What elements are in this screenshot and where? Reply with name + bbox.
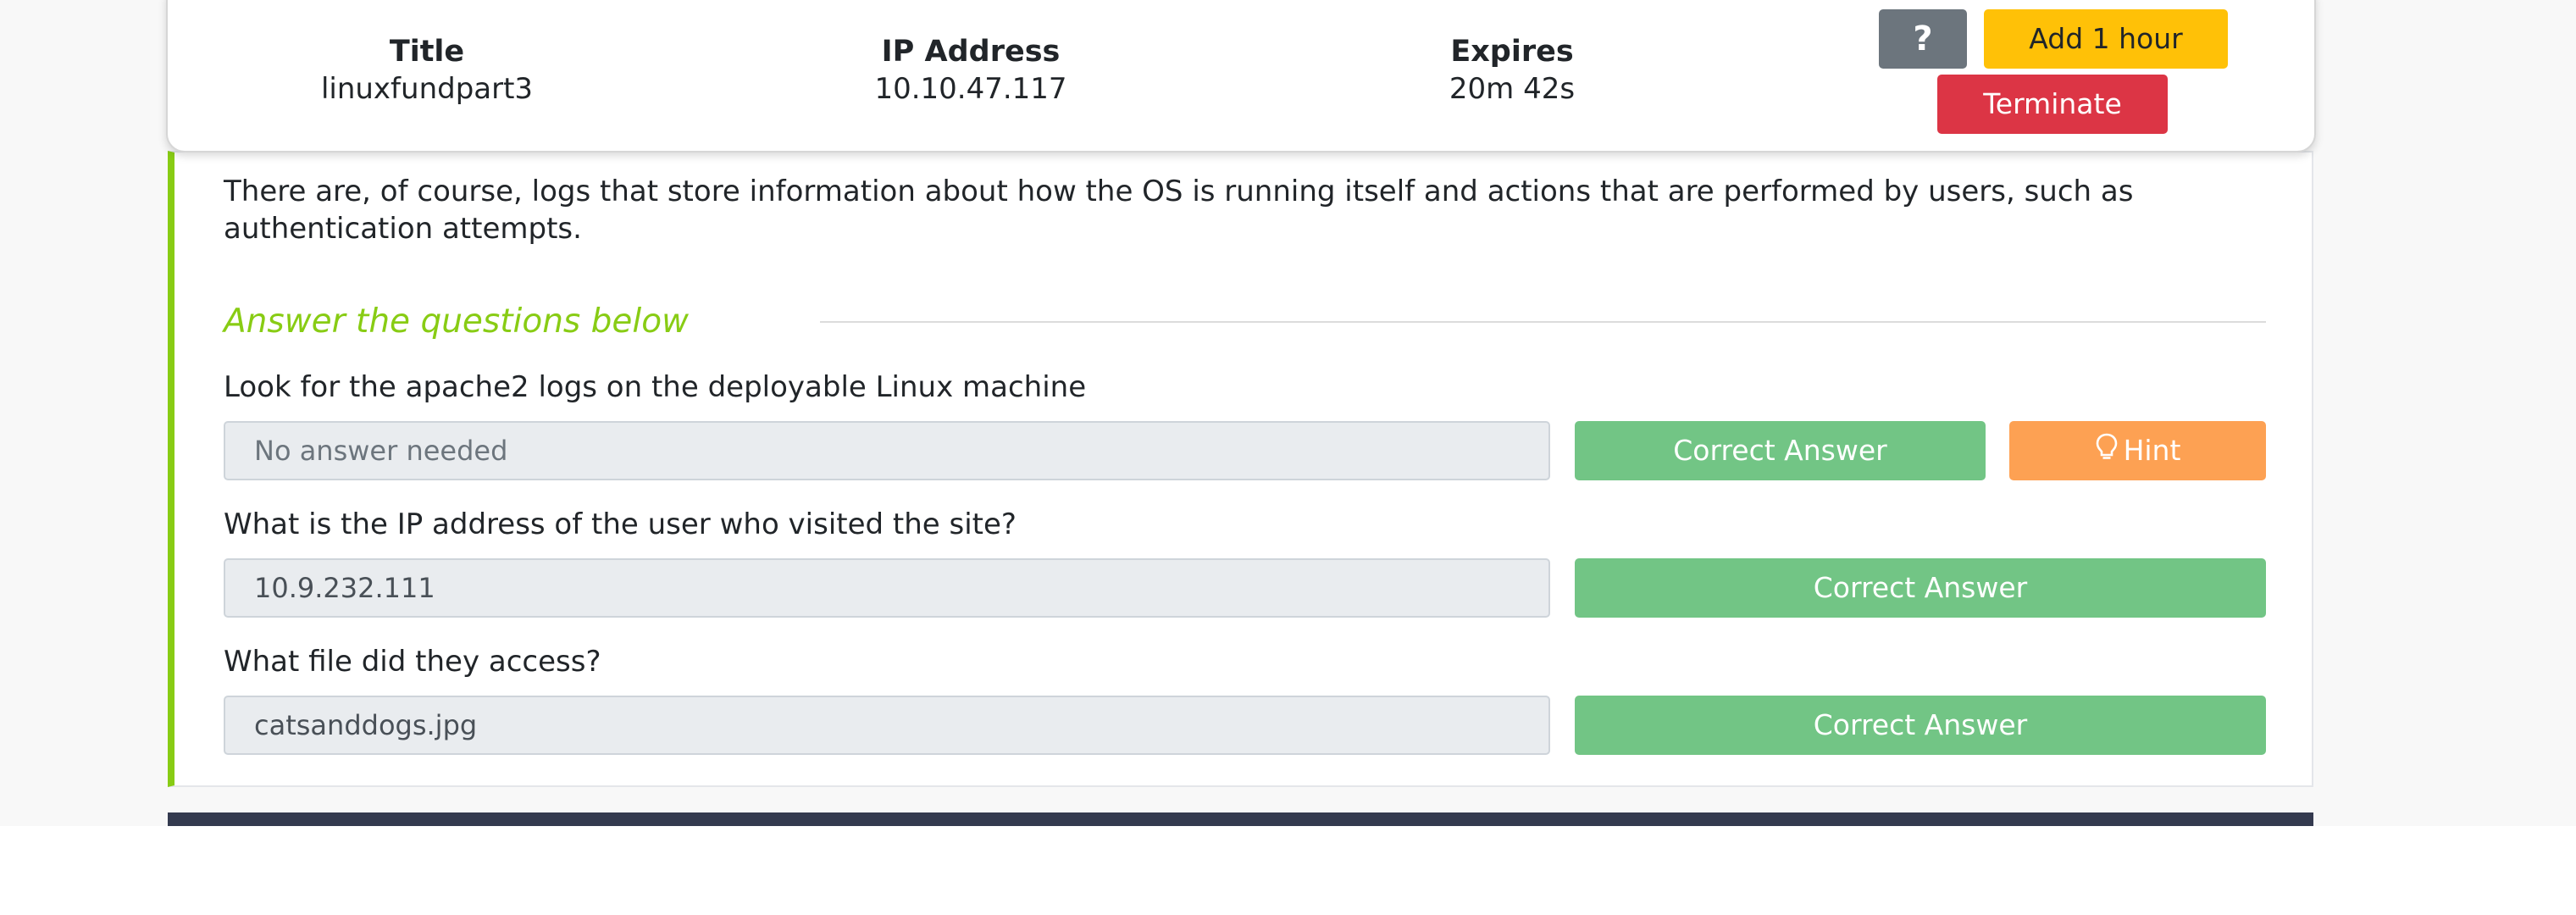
- answer-section-title: Answer the questions below: [224, 302, 689, 341]
- task-description: There are, of course, logs that store in…: [224, 175, 2134, 246]
- question-2-correct-answer-button[interactable]: Correct Answer: [1575, 558, 2266, 618]
- machine-ip-block: IP Address 10.10.47.117: [759, 33, 1183, 108]
- machine-title-label: Title: [389, 35, 465, 69]
- machine-title-block: Title linuxfundpart3: [215, 33, 639, 108]
- question-2-text: What is the IP address of the user who v…: [224, 507, 1017, 541]
- question-1-text: Look for the apache2 logs on the deploya…: [224, 370, 1087, 404]
- question-1-correct-answer-button[interactable]: Correct Answer: [1575, 421, 1986, 480]
- question-2-correct-answer-label: Correct Answer: [1813, 571, 2028, 604]
- machine-expires-value: 20m 42s: [1449, 72, 1576, 106]
- question-1-hint-button[interactable]: Hint: [2009, 421, 2266, 480]
- machine-expires-label: Expires: [1450, 35, 1574, 69]
- machine-expires-block: Expires 20m 42s: [1300, 33, 1724, 108]
- lightbulb-icon: [2095, 423, 2119, 482]
- machine-ip-value: 10.10.47.117: [874, 72, 1067, 106]
- section-divider: [820, 321, 2266, 323]
- machine-ip-label: IP Address: [881, 35, 1061, 69]
- footer-bar: [168, 812, 2313, 826]
- question-3-correct-answer-label: Correct Answer: [1813, 708, 2028, 741]
- question-3-correct-answer-button[interactable]: Correct Answer: [1575, 696, 2266, 755]
- question-1-hint-label: Hint: [2123, 434, 2181, 467]
- machine-title-value: linuxfundpart3: [320, 72, 534, 106]
- page-bottom-area: [0, 826, 2576, 915]
- add-hour-button[interactable]: Add 1 hour: [1984, 9, 2228, 69]
- question-1-answer-input[interactable]: No answer needed: [224, 421, 1550, 480]
- question-2-answer-input[interactable]: 10.9.232.111: [224, 558, 1550, 618]
- question-1-correct-answer-label: Correct Answer: [1673, 434, 1887, 467]
- question-3-text: What file did they access?: [224, 645, 601, 679]
- question-3-answer-input[interactable]: catsanddogs.jpg: [224, 696, 1550, 755]
- terminate-button[interactable]: Terminate: [1937, 75, 2168, 134]
- help-button[interactable]: ?: [1879, 9, 1967, 69]
